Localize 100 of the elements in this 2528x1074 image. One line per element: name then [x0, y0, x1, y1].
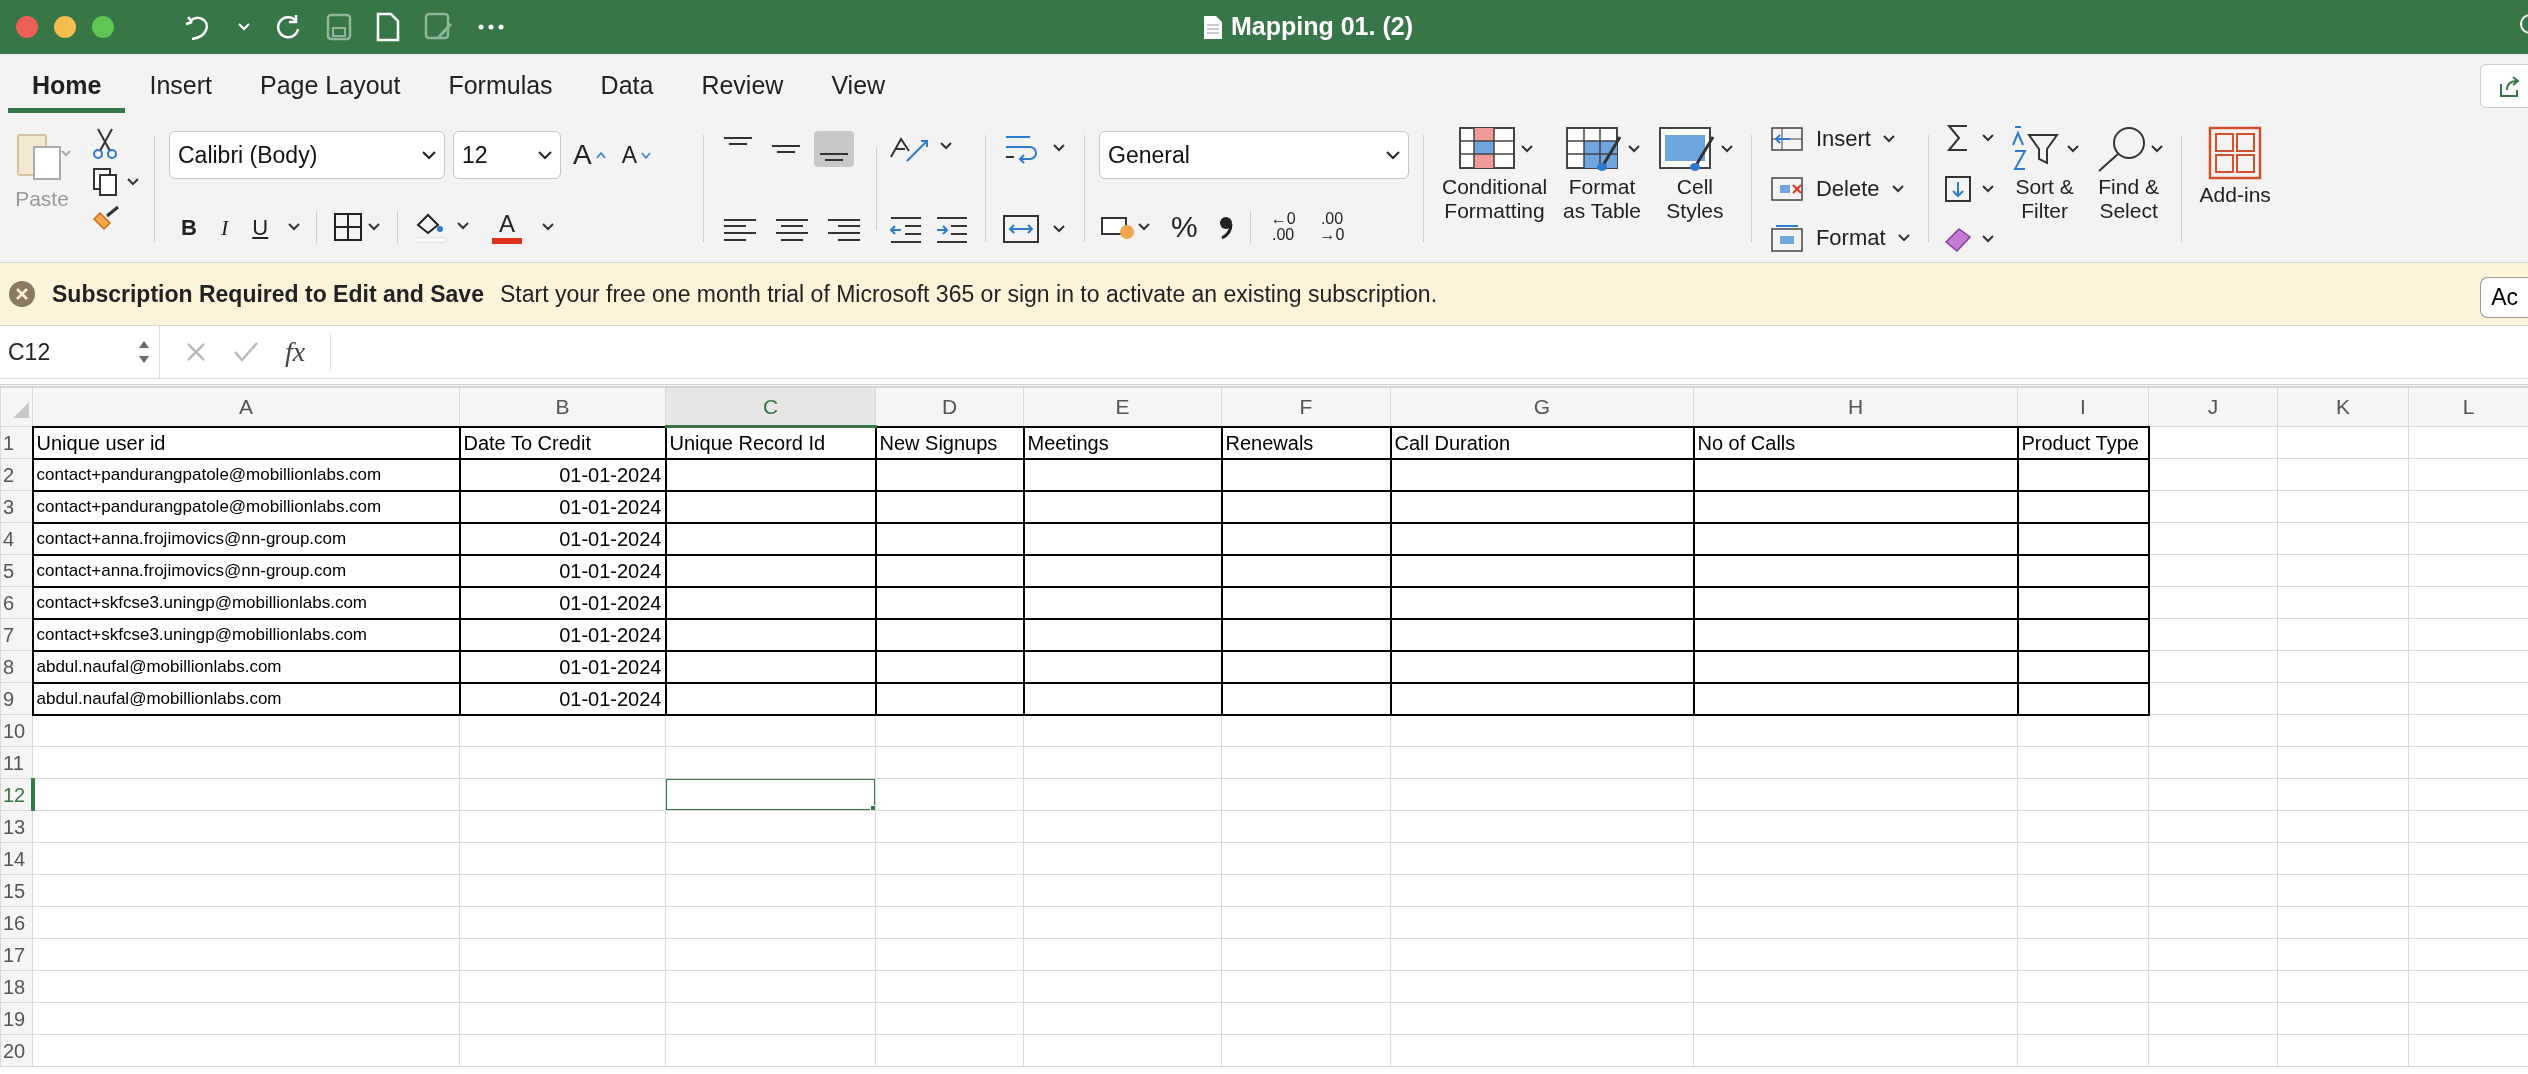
maximize-window-button[interactable] — [92, 16, 114, 38]
row-header[interactable]: 6 — [0, 586, 33, 619]
new-document-icon[interactable] — [376, 12, 400, 42]
format-cells-button[interactable]: Format — [1765, 222, 1914, 254]
caret-icon[interactable] — [288, 223, 301, 232]
row-header[interactable]: 12 — [0, 778, 33, 811]
table-cell: 01-01-2024 — [459, 650, 666, 683]
add-ins-button[interactable]: Add-ins — [2195, 123, 2275, 210]
find-and-select-button[interactable]: Find & Select — [2090, 123, 2167, 226]
caret-icon — [538, 150, 552, 160]
copy-icon[interactable] — [92, 167, 140, 197]
align-middle-icon — [772, 145, 800, 153]
row-header[interactable]: 5 — [0, 554, 33, 587]
increase-decimal-button[interactable]: ←0 .00 — [1266, 208, 1300, 245]
column-header[interactable]: D — [875, 387, 1024, 427]
align-bottom-button[interactable] — [814, 131, 854, 167]
format-cells-icon — [1769, 224, 1804, 252]
caret-icon[interactable] — [542, 223, 555, 232]
column-header[interactable]: B — [459, 387, 666, 427]
window-title: Mapping 01. (2) — [1231, 11, 1413, 43]
row-header[interactable]: 10 — [0, 714, 33, 747]
font-size-dropdown[interactable]: 12 — [453, 131, 561, 179]
row-header[interactable]: 11 — [0, 746, 33, 779]
ribbon-tab[interactable]: Review — [677, 64, 808, 113]
ribbon-tab[interactable]: Data — [576, 64, 678, 113]
column-header[interactable]: L — [2408, 387, 2528, 427]
caret-icon — [1520, 145, 1533, 153]
column-header[interactable]: F — [1221, 387, 1391, 427]
bold-button[interactable]: B — [177, 212, 201, 242]
column-header[interactable]: G — [1390, 387, 1694, 427]
table-cell: 01-01-2024 — [459, 490, 666, 523]
font-name-dropdown[interactable]: Calibri (Body) — [169, 131, 445, 179]
decrease-font-size-button[interactable]: A — [617, 139, 656, 171]
row-header[interactable]: 1 — [0, 426, 33, 459]
row-header[interactable]: 17 — [0, 938, 33, 971]
row-header[interactable]: 3 — [0, 490, 33, 523]
row-header[interactable]: 4 — [0, 522, 33, 555]
table-cell: contact+anna.frojimovics@nn-group.com — [32, 554, 460, 587]
cell-styles-button[interactable]: Cell Styles — [1652, 123, 1737, 226]
number-format-dropdown[interactable]: General — [1099, 131, 1409, 179]
row-header[interactable]: 15 — [0, 874, 33, 907]
column-header[interactable]: A — [32, 387, 460, 427]
format-painter-icon[interactable] — [92, 205, 122, 233]
column-header[interactable]: I — [2017, 387, 2149, 427]
italic-button[interactable]: I — [216, 212, 233, 242]
scissors-icon[interactable] — [92, 127, 118, 159]
underline-button[interactable]: U — [248, 212, 273, 242]
row-header[interactable]: 8 — [0, 650, 33, 683]
column-header[interactable]: H — [1693, 387, 2018, 427]
grid-icon — [2207, 125, 2264, 181]
column-header[interactable]: K — [2277, 387, 2409, 427]
table-cell: 01-01-2024 — [459, 586, 666, 619]
column-header[interactable]: C — [665, 387, 876, 427]
increase-font-size-button[interactable]: A — [569, 136, 610, 174]
table-cell: 01-01-2024 — [459, 554, 666, 587]
decrease-decimal-button[interactable]: .00 →0 — [1315, 208, 1349, 245]
active-cell[interactable] — [666, 779, 875, 810]
format-as-table-button[interactable]: Format as Table — [1559, 123, 1645, 226]
column-header[interactable]: E — [1023, 387, 1222, 427]
notification-button[interactable]: Ac — [2480, 277, 2528, 318]
redo-icon[interactable] — [274, 13, 302, 41]
sort-and-filter-button[interactable]: Sort & Filter — [2006, 123, 2083, 226]
borders-icon[interactable] — [333, 212, 382, 243]
insert-function-button[interactable]: fx — [284, 337, 307, 367]
percent-style-button[interactable]: % — [1167, 207, 1202, 246]
search-icon[interactable] — [2518, 13, 2528, 37]
row-header[interactable]: 2 — [0, 458, 33, 491]
ribbon-tab[interactable]: Page Layout — [236, 64, 425, 113]
column-heading-cell: Unique Record Id — [665, 426, 876, 459]
delete-cells-button[interactable]: Delete — [1765, 172, 1914, 205]
column-heading-cell: Date To Credit — [459, 426, 666, 459]
conditional-formatting-button[interactable]: Conditional Formatting — [1438, 123, 1552, 226]
more-icon[interactable] — [478, 24, 504, 30]
share-button[interactable] — [2480, 64, 2528, 108]
close-icon[interactable] — [8, 280, 36, 308]
column-header[interactable]: J — [2148, 387, 2278, 427]
row-header[interactable]: 14 — [0, 842, 33, 875]
row-header[interactable]: 18 — [0, 970, 33, 1003]
row-header[interactable]: 20 — [0, 1034, 33, 1067]
column-heading-cell: Unique user id — [32, 426, 460, 459]
arrow-down-icon — [641, 151, 652, 159]
font-color-button[interactable]: A — [488, 208, 527, 246]
minimize-window-button[interactable] — [54, 16, 76, 38]
name-box[interactable]: C12 — [0, 326, 160, 378]
row-header[interactable]: 16 — [0, 906, 33, 939]
ribbon-tab[interactable]: Insert — [125, 64, 236, 113]
row-header[interactable]: 7 — [0, 618, 33, 651]
share-icon — [2497, 75, 2521, 98]
checkmark-icon[interactable] — [232, 340, 260, 364]
table-brush-icon — [1564, 125, 1624, 173]
ribbon-tab[interactable]: View — [807, 64, 910, 113]
row-header[interactable]: 13 — [0, 810, 33, 843]
row-header[interactable]: 19 — [0, 1002, 33, 1035]
ribbon-tab[interactable]: Formulas — [424, 64, 577, 113]
caret-icon — [422, 150, 436, 160]
notification-message: Start your free one month trial of Microsoft 365 or sign in to activate an existing subscription. — [499, 279, 1438, 309]
insert-cells-button[interactable]: Insert — [1765, 123, 1914, 155]
table-cell: contact+anna.frojimovics@nn-group.com — [32, 522, 460, 555]
row-header[interactable]: 9 — [0, 682, 33, 715]
table-cell: contact+skfcse3.uningp@mobillionlabs.com — [32, 586, 460, 619]
